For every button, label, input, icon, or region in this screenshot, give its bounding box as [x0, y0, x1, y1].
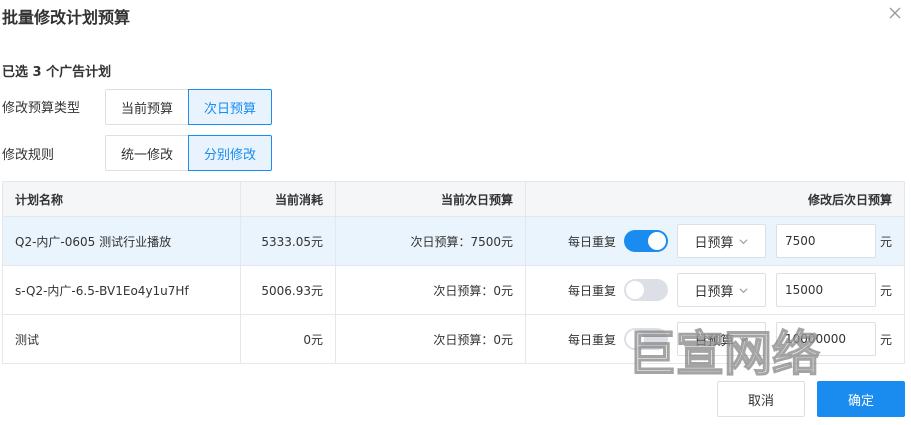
watermark-logo: 巨宣网络: [627, 325, 821, 382]
budget-mode-select[interactable]: 日预算: [676, 273, 766, 307]
selected-count: 已选 3 个广告计划: [2, 65, 112, 80]
budget-type-next-day-button[interactable]: 次日预算: [188, 89, 273, 125]
rule-unified-button[interactable]: 统一修改: [105, 135, 190, 171]
budget-edit-cell: 每日重复 日预算 元: [525, 265, 905, 315]
table-row: Q2-内广-0605 测试行业播放 5333.05元 次日预算：7500元 每日…: [2, 216, 905, 266]
column-header-spend: 当前消耗: [240, 181, 336, 217]
daily-repeat-label: 每日重复: [567, 283, 616, 298]
daily-repeat-label: 每日重复: [567, 234, 616, 249]
daily-repeat-switch[interactable]: [623, 230, 668, 252]
budget-type-toggle: 当前预算 次日预算: [105, 89, 273, 125]
plan-spend: 0元: [240, 314, 336, 364]
column-header-new-budget: 修改后次日预算: [525, 181, 905, 217]
rule-label: 修改规则: [2, 148, 55, 163]
budget-mode-value: 日预算: [694, 235, 734, 251]
budget-mode-select[interactable]: 日预算: [676, 224, 766, 258]
rule-toggle: 统一修改 分别修改: [105, 135, 273, 171]
chevron-down-icon: [740, 287, 748, 293]
column-header-next-budget: 当前次日预算: [335, 181, 526, 217]
budget-mode-value: 日预算: [694, 284, 734, 300]
daily-repeat-switch[interactable]: [623, 279, 668, 301]
budget-type-label: 修改预算类型: [2, 101, 81, 116]
cancel-button[interactable]: 取消: [717, 381, 805, 417]
budget-type-current-button[interactable]: 当前预算: [105, 89, 190, 125]
plan-spend: 5006.93元: [240, 265, 336, 315]
daily-repeat-label: 每日重复: [567, 332, 616, 347]
close-icon[interactable]: [887, 5, 903, 21]
watermark-text: 巨宣网络: [628, 326, 820, 382]
plan-next-budget: 次日预算：0元: [335, 314, 526, 364]
plan-name: 测试: [2, 314, 241, 364]
table-header-row: 计划名称 当前消耗 当前次日预算 修改后次日预算: [2, 181, 905, 217]
dialog-title: 批量修改计划预算: [2, 8, 131, 27]
switch-knob: [647, 232, 666, 250]
plan-next-budget: 次日预算：0元: [335, 265, 526, 315]
plan-name: Q2-内广-0605 测试行业播放: [2, 216, 241, 266]
budget-edit-cell: 每日重复 日预算 元: [525, 216, 905, 266]
rule-individual-button[interactable]: 分别修改: [188, 135, 273, 171]
table-row: s-Q2-内广-6.5-BV1Eo4y1u7Hf 5006.93元 次日预算：0…: [2, 265, 905, 315]
switch-knob: [625, 281, 644, 299]
column-header-name: 计划名称: [2, 181, 241, 217]
plan-spend: 5333.05元: [240, 216, 336, 266]
new-budget-input[interactable]: [775, 273, 876, 307]
chevron-down-icon: [740, 238, 748, 244]
currency-unit: 元: [879, 283, 892, 298]
currency-unit: 元: [879, 234, 892, 249]
confirm-button[interactable]: 确定: [817, 381, 905, 417]
plan-name: s-Q2-内广-6.5-BV1Eo4y1u7Hf: [2, 265, 241, 315]
currency-unit: 元: [879, 332, 892, 347]
plan-next-budget: 次日预算：7500元: [335, 216, 526, 266]
new-budget-input[interactable]: [775, 224, 876, 258]
